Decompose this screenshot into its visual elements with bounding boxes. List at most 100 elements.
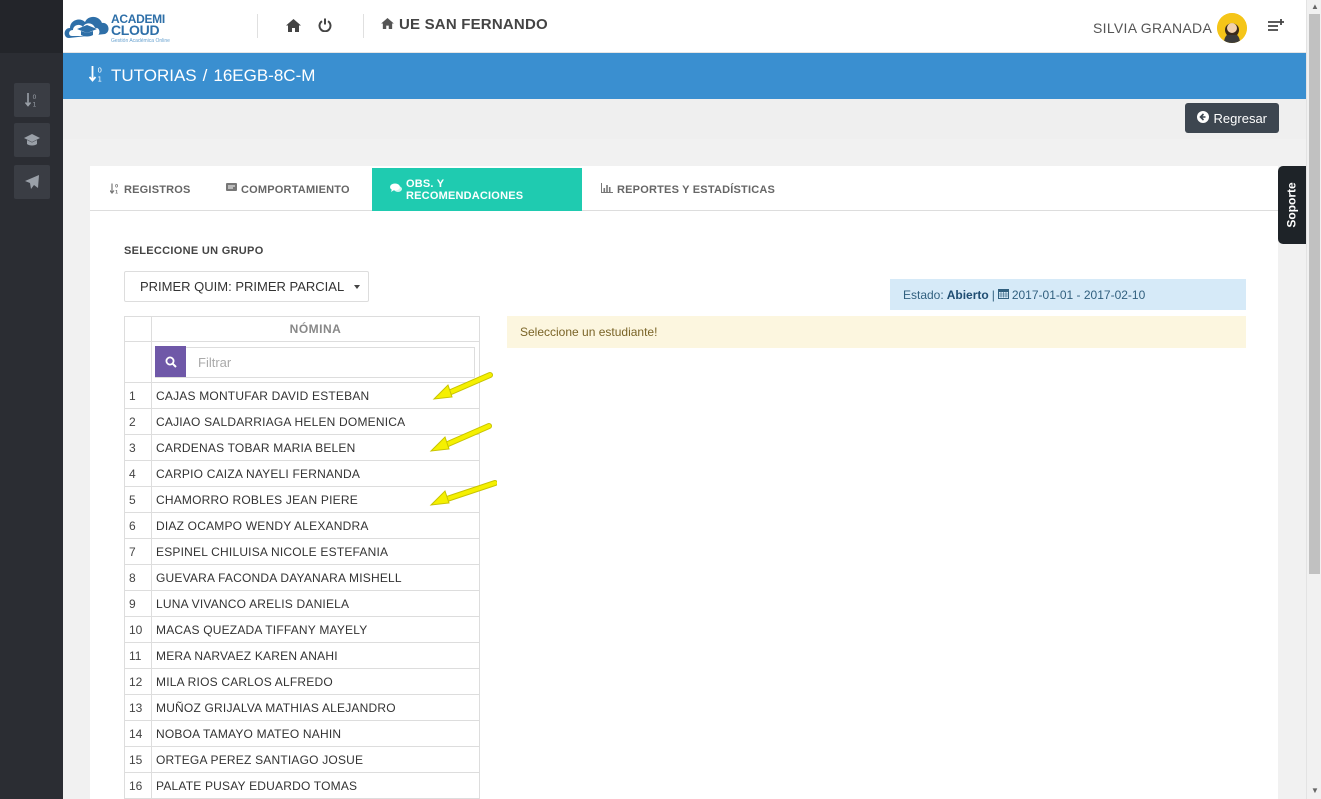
table-row[interactable]: 6 DIAZ OCAMPO WENDY ALEXANDRA — [124, 512, 480, 539]
group-label: SELECCIONE UN GRUPO — [124, 245, 264, 257]
student-name[interactable]: MACAS QUEZADA TIFFANY MAYELY — [151, 616, 480, 643]
breadcrumb-separator: / — [202, 66, 208, 85]
breadcrumb-section[interactable]: TUTORIAS — [111, 66, 197, 86]
bar-chart-icon — [601, 183, 613, 196]
table-row[interactable]: 14 NOBOA TAMAYO MATEO NAHIN — [124, 720, 480, 747]
table-row[interactable]: 16 PALATE PUSAY EDUARDO TOMAS — [124, 772, 480, 799]
scroll-thumb[interactable] — [1309, 14, 1320, 574]
student-name[interactable]: MILA RIOS CARLOS ALFREDO — [151, 668, 480, 695]
group-select[interactable]: PRIMER QUIM: PRIMER PARCIAL — [124, 271, 369, 302]
student-name[interactable]: LUNA VIVANCO ARELIS DANIELA — [151, 590, 480, 617]
paper-plane-icon[interactable] — [14, 165, 50, 199]
power-icon[interactable] — [316, 16, 334, 34]
svg-text:0: 0 — [115, 183, 118, 189]
student-name[interactable]: ESPINEL CHILUISA NICOLE ESTEFANIA — [151, 538, 480, 565]
support-tab-label: Soporte — [1285, 182, 1299, 228]
annotation-arrow — [429, 480, 497, 506]
tab-label: OBS. Y RECOMENDACIONES — [406, 177, 524, 202]
top-header: ACADEMI CLOUD Gestión Académica Online U… — [63, 0, 1306, 53]
user-name[interactable]: SILVIA GRANADA — [1093, 20, 1212, 36]
back-button[interactable]: Regresar — [1184, 103, 1279, 133]
row-number: 14 — [124, 720, 152, 747]
logo-text: ACADEMI CLOUD — [111, 13, 165, 38]
student-name[interactable]: GUEVARA FACONDA DAYANARA MISHELL — [151, 564, 480, 591]
page-scrollbar[interactable]: ▲ ▼ — [1306, 0, 1321, 799]
tab-registros[interactable]: 01 REGISTROS — [92, 168, 209, 211]
row-number: 5 — [124, 486, 152, 513]
tab-comportamiento[interactable]: COMPORTAMIENTO — [208, 168, 368, 211]
row-number: 15 — [124, 746, 152, 773]
header-divider — [363, 14, 364, 38]
roster-table: NÓMINA 1CAJAS MONTUFAR DAVID ESTEBAN2CAJ… — [124, 316, 480, 799]
table-row[interactable]: 8 GUEVARA FACONDA DAYANARA MISHELL — [124, 564, 480, 591]
roster-corner — [124, 316, 152, 342]
sort-numeric-icon[interactable]: 01 — [14, 83, 50, 117]
scroll-down-icon[interactable]: ▼ — [1311, 786, 1319, 795]
table-row[interactable]: 11 MERA NARVAEZ KAREN ANAHI — [124, 642, 480, 669]
student-name[interactable]: NOBOA TAMAYO MATEO NAHIN — [151, 720, 480, 747]
row-number: 1 — [124, 382, 152, 409]
table-row[interactable]: 7 ESPINEL CHILUISA NICOLE ESTEFANIA — [124, 538, 480, 565]
school-name: UE SAN FERNANDO — [381, 16, 548, 33]
student-name[interactable]: DIAZ OCAMPO WENDY ALEXANDRA — [151, 512, 480, 539]
graduation-cap-icon[interactable] — [14, 123, 50, 157]
scroll-up-icon[interactable]: ▲ — [1311, 2, 1319, 11]
student-name[interactable]: PALATE PUSAY EDUARDO TOMAS — [151, 772, 480, 799]
row-number: 2 — [124, 408, 152, 435]
academicloud-logo[interactable]: ACADEMI CLOUD Gestión Académica Online — [63, 4, 173, 50]
svg-text:0: 0 — [33, 94, 37, 101]
content-card: 01 REGISTROS COMPORTAMIENTO OBS. Y RECOM… — [90, 166, 1278, 799]
sort-numeric-icon: 01 — [109, 183, 120, 197]
table-row[interactable]: 1 CAJAS MONTUFAR DAVID ESTEBAN — [124, 382, 480, 409]
filter-group — [155, 346, 475, 378]
svg-text:1: 1 — [98, 75, 102, 83]
table-row[interactable]: 15 ORTEGA PEREZ SANTIAGO JOSUE — [124, 746, 480, 773]
svg-text:0: 0 — [98, 66, 102, 74]
list-add-icon[interactable] — [1268, 18, 1285, 37]
action-bar: Regresar — [63, 99, 1306, 139]
row-number: 11 — [124, 642, 152, 669]
table-row[interactable]: 9 LUNA VIVANCO ARELIS DANIELA — [124, 590, 480, 617]
student-name[interactable]: MERA NARVAEZ KAREN ANAHI — [151, 642, 480, 669]
row-number: 9 — [124, 590, 152, 617]
tab-obs-recomendaciones[interactable]: OBS. Y RECOMENDACIONES — [372, 168, 582, 211]
roster-header: NÓMINA — [151, 316, 480, 342]
select-student-message: Seleccione un estudiante! — [507, 316, 1246, 348]
student-name[interactable]: MUÑOZ GRIJALVA MATHIAS ALEJANDRO — [151, 694, 480, 721]
table-row[interactable]: 13 MUÑOZ GRIJALVA MATHIAS ALEJANDRO — [124, 694, 480, 721]
caret-down-icon — [354, 284, 361, 289]
home-icon[interactable] — [284, 16, 302, 34]
row-number: 4 — [124, 460, 152, 487]
row-number: 7 — [124, 538, 152, 565]
sort-numeric-icon: 01 — [88, 65, 105, 88]
table-row[interactable]: 12 MILA RIOS CARLOS ALFREDO — [124, 668, 480, 695]
school-label: UE SAN FERNANDO — [399, 16, 548, 33]
home-small-icon — [381, 16, 394, 33]
annotation-arrow — [432, 372, 493, 400]
estado-separator: | — [991, 287, 995, 302]
page-banner: 01 TUTORIAS / 16EGB-8C-M — [63, 53, 1306, 99]
table-row[interactable]: 10 MACAS QUEZADA TIFFANY MAYELY — [124, 616, 480, 643]
estado-info: Estado: Abierto | 2017-01-01 - 2017-02-1… — [890, 279, 1246, 310]
arrow-circle-left-icon — [1196, 110, 1209, 126]
tab-reportes[interactable]: REPORTES Y ESTADÍSTICAS — [583, 168, 793, 211]
row-number: 12 — [124, 668, 152, 695]
group-select-value: PRIMER QUIM: PRIMER PARCIAL — [140, 279, 345, 294]
search-button[interactable] — [155, 346, 186, 377]
comment-box-icon — [226, 183, 237, 196]
avatar[interactable] — [1217, 13, 1247, 43]
filter-row-blank — [124, 341, 152, 383]
row-number: 10 — [124, 616, 152, 643]
student-name[interactable]: ORTEGA PEREZ SANTIAGO JOSUE — [151, 746, 480, 773]
left-sidebar: 01 — [0, 0, 63, 799]
search-icon — [165, 356, 177, 368]
svg-text:1: 1 — [33, 102, 37, 109]
tab-label: REGISTROS — [124, 183, 191, 196]
annotation-arrow — [429, 423, 492, 452]
tab-bar: 01 REGISTROS COMPORTAMIENTO OBS. Y RECOM… — [90, 168, 1278, 211]
logo-line2: CLOUD — [111, 22, 160, 38]
row-number: 13 — [124, 694, 152, 721]
breadcrumb-course: 16EGB-8C-M — [213, 66, 316, 85]
support-tab[interactable]: Soporte — [1278, 166, 1306, 244]
estado-range: 2017-01-01 - 2017-02-10 — [1011, 287, 1146, 302]
